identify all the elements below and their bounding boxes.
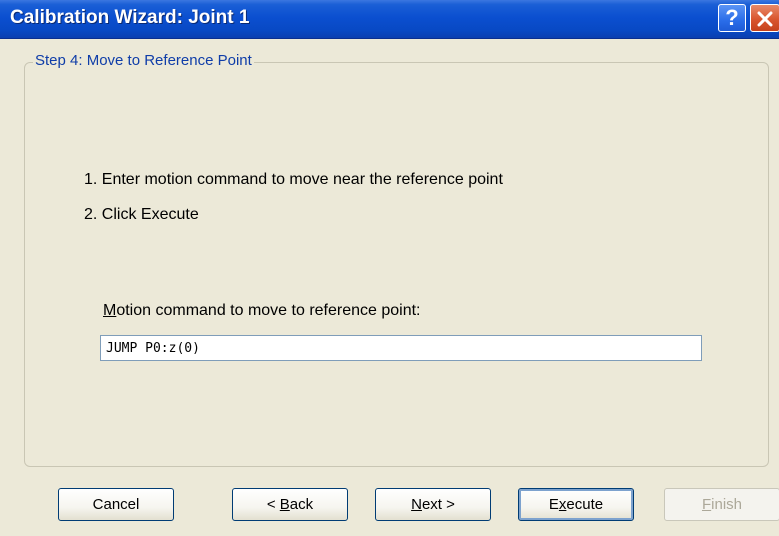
cancel-button-label: Cancel [92, 496, 140, 513]
cancel-button[interactable]: Cancel [58, 488, 174, 521]
next-button[interactable]: Next > [375, 488, 491, 521]
finish-button-label: Finish [701, 496, 743, 513]
close-button[interactable] [750, 4, 779, 32]
help-icon: ? [725, 5, 739, 30]
motion-command-input[interactable] [100, 335, 702, 361]
help-button[interactable]: ? [718, 4, 746, 32]
motion-label-mnemonic: M [103, 302, 117, 319]
back-button-label: < Back [266, 496, 314, 513]
next-button-label: Next > [411, 496, 455, 513]
step-groupbox [24, 62, 769, 467]
window-title: Calibration Wizard: Joint 1 [10, 7, 250, 28]
motion-label-text: otion command to move to reference point… [116, 302, 421, 319]
step-title: Step 4: Move to Reference Point [33, 52, 254, 69]
execute-button[interactable]: Execute [518, 488, 634, 521]
motion-command-label: Motion command to move to reference poin… [103, 302, 421, 320]
execute-button-label: Execute [548, 496, 604, 513]
instruction-1: 1. Enter motion command to move near the… [84, 171, 503, 188]
instruction-2: 2. Click Execute [84, 206, 199, 223]
title-bar[interactable]: Calibration Wizard: Joint 1 ? [0, 0, 779, 39]
close-icon [757, 11, 773, 27]
finish-button[interactable]: Finish [664, 488, 779, 521]
back-button[interactable]: < Back [232, 488, 348, 521]
